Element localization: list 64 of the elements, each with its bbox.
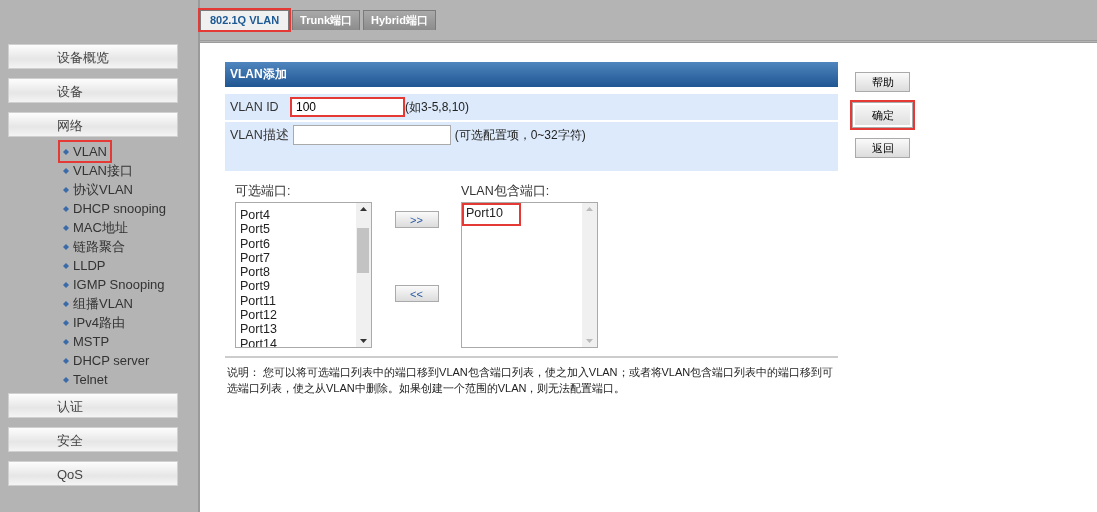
port-option[interactable]: Port13 [238, 322, 279, 337]
diamond-icon [63, 319, 69, 326]
port-option[interactable]: Port10 [464, 205, 519, 225]
help-note: 说明： 您可以将可选端口列表中的端口移到VLAN包含端口列表，使之加入VLAN；或者将VLAN包含端口列表中的端口移到可选端口列表，使之从VLAN中删除。如果创建一个范围的VLAN，则无法配置端口。 [226, 365, 835, 396]
nav-menu-item[interactable]: 认证 [8, 393, 178, 418]
nav-menu-item[interactable]: 网络 [8, 112, 178, 137]
nav-submenu-item[interactable]: 协议VLAN [60, 180, 136, 199]
diamond-icon [63, 338, 69, 345]
port-option[interactable]: Port6 [238, 236, 272, 251]
list-label: 可选端口: [235, 183, 292, 200]
port-option[interactable]: Port9 [238, 279, 272, 294]
action-button[interactable]: 返回 [855, 138, 910, 158]
nav-submenu-item[interactable]: IPv4路由 [60, 313, 128, 332]
diamond-icon [63, 148, 69, 155]
port-option[interactable]: Port7 [238, 250, 272, 266]
diamond-icon [63, 243, 69, 250]
field-hint: (如3-5,8,10) [405, 98, 470, 116]
nav-submenu-item[interactable]: MSTP [60, 332, 113, 351]
vlan-id-field[interactable]: 100 [290, 97, 405, 117]
port-option[interactable]: Port4 [238, 208, 272, 223]
field-label: VLAN ID [230, 100, 280, 114]
diamond-icon [63, 224, 69, 231]
move-button[interactable]: << [394, 285, 439, 302]
diamond-icon [63, 357, 69, 364]
nav-submenu-item[interactable]: VLAN接口 [60, 161, 136, 180]
scrollbar[interactable] [356, 203, 371, 347]
port-option[interactable]: Port11 [238, 293, 278, 309]
port-option[interactable]: Port14 [238, 336, 279, 347]
diamond-icon [63, 186, 69, 193]
nav-submenu-item[interactable]: DHCP server [60, 351, 153, 370]
list-label: VLAN包含端口: [461, 183, 551, 200]
nav-submenu-item[interactable]: Telnet [60, 370, 111, 389]
nav-menu-item[interactable]: 设备 [8, 78, 178, 103]
vlan-description-field[interactable] [292, 125, 451, 145]
port-option[interactable]: Port5 [238, 222, 272, 237]
scroll-down-icon[interactable] [360, 339, 367, 343]
diamond-icon [63, 281, 69, 288]
field-label: VLAN描述 [230, 127, 289, 144]
nav-menu-item[interactable]: QoS [8, 461, 178, 486]
nav-submenu-item[interactable]: LLDP [60, 256, 109, 275]
field-hint: (可选配置项，0~32字符) [454, 127, 586, 144]
nav-submenu-item[interactable]: IGMP Snooping [60, 275, 168, 294]
nav-menu-item[interactable]: 设备概览 [8, 44, 178, 69]
port-listbox[interactable]: Port10 [461, 202, 598, 348]
port-listbox[interactable]: Port4 Port5 Port6 Port7 Port8 Port9 Port11 Port12 Port13 Port14 [235, 202, 372, 348]
panel-header: VLAN添加 [225, 62, 838, 87]
diamond-icon [63, 205, 69, 212]
nav-submenu-item[interactable]: 链路聚合 [60, 237, 128, 256]
diamond-icon [63, 167, 69, 174]
nav-submenu-item[interactable]: 组播VLAN [60, 294, 136, 313]
port-option[interactable]: Port8 [238, 265, 272, 280]
nav-submenu-item[interactable]: MAC地址 [60, 218, 131, 237]
diamond-icon [63, 262, 69, 269]
port-option[interactable]: Port12 [238, 308, 279, 323]
nav-submenu-item[interactable]: DHCP snooping [60, 199, 169, 218]
action-button[interactable]: 帮助 [855, 72, 910, 92]
diamond-icon [63, 376, 69, 383]
move-button[interactable]: >> [394, 211, 439, 228]
scroll-up-icon[interactable] [360, 207, 367, 211]
diamond-icon [63, 300, 69, 307]
nav-menu-item[interactable]: 安全 [8, 427, 178, 452]
nav-submenu-item[interactable]: VLAN [60, 142, 110, 161]
action-button[interactable]: 确定 [850, 100, 915, 130]
tab[interactable]: 802.1Q VLAN [200, 10, 290, 30]
